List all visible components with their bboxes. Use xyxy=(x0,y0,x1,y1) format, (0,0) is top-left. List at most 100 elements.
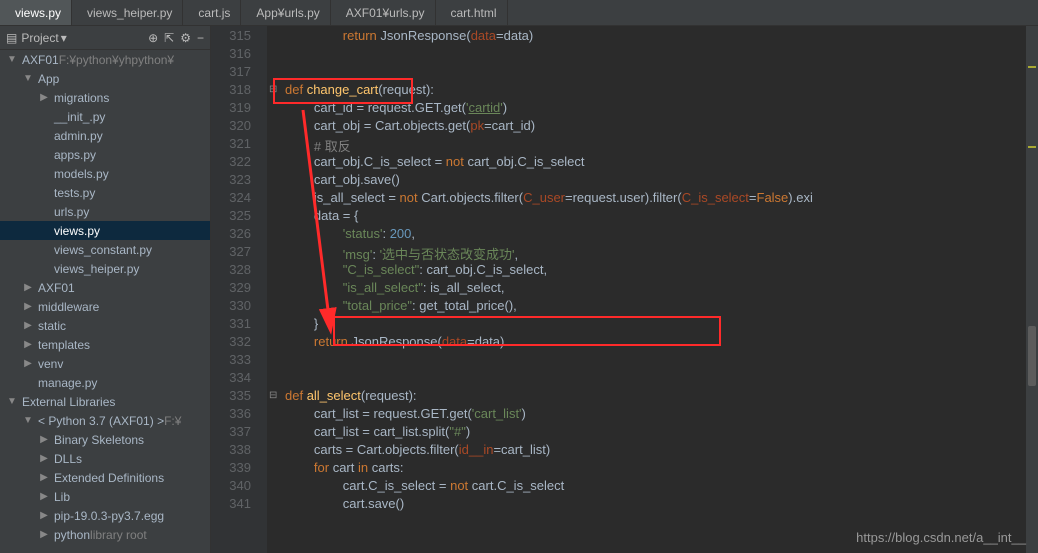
code-line[interactable]: 'msg': '选中与否状态改变成功', xyxy=(285,244,518,263)
tree-label: views_heiper.py xyxy=(54,262,139,276)
tab-cart-js[interactable]: JScart.js xyxy=(183,0,241,25)
tree-item-App[interactable]: ▼App xyxy=(0,69,210,88)
code-line[interactable]: return JsonResponse(data=data) xyxy=(285,28,533,43)
tab-label: App¥urls.py xyxy=(256,6,319,20)
tree-item-models-py[interactable]: PYmodels.py xyxy=(0,164,210,183)
chevron-down-icon[interactable]: ▾ xyxy=(61,31,67,45)
project-label: Project xyxy=(21,31,58,45)
tree-label: python xyxy=(54,528,90,542)
tree-twistie[interactable]: ▼ xyxy=(22,415,34,426)
project-panel: ▤ Project ▾ ⊕ ⇱ ⚙ − ▼AXF01 F:¥python¥yhp… xyxy=(0,26,211,553)
tree-twistie[interactable]: ▶ xyxy=(22,339,34,350)
scroll-thumb[interactable] xyxy=(1028,326,1036,386)
line-number: 340 xyxy=(211,478,251,493)
tree-item-apps-py[interactable]: PYapps.py xyxy=(0,145,210,164)
code-line[interactable]: cart.C_is_select = not cart.C_is_select xyxy=(285,478,564,493)
tree-twistie[interactable]: ▶ xyxy=(38,92,50,103)
tree-item-Extended-Definitions[interactable]: ▶Extended Definitions xyxy=(0,468,210,487)
line-number: 329 xyxy=(211,280,251,295)
tree-item---Python-3-7--AXF01---[interactable]: ▼< Python 3.7 (AXF01) > F:¥ xyxy=(0,411,210,430)
tree-item-tests-py[interactable]: PYtests.py xyxy=(0,183,210,202)
tree-item-views_heiper-py[interactable]: PYviews_heiper.py xyxy=(0,259,210,278)
code-line[interactable]: def all_select(request): xyxy=(285,388,417,403)
tree-item-AXF01[interactable]: ▼AXF01 F:¥python¥yhpython¥ xyxy=(0,50,210,69)
tree-twistie[interactable]: ▶ xyxy=(22,320,34,331)
tree-item-static[interactable]: ▶ static xyxy=(0,316,210,335)
line-number: 341 xyxy=(211,496,251,511)
tree-item-venv[interactable]: ▶venv xyxy=(0,354,210,373)
tree-item-templates[interactable]: ▶templates xyxy=(0,335,210,354)
tree-item-manage-py[interactable]: PYmanage.py xyxy=(0,373,210,392)
tab-AXF01-urls-py[interactable]: PYAXF01¥urls.py xyxy=(331,0,436,25)
tree-twistie[interactable]: ▼ xyxy=(6,396,18,407)
code-line[interactable]: cart.save() xyxy=(285,496,404,511)
tree-twistie[interactable]: ▶ xyxy=(38,472,50,483)
tree-label: views_constant.py xyxy=(54,243,152,257)
tree-item-migrations[interactable]: ▶migrations xyxy=(0,88,210,107)
tree-item-urls-py[interactable]: PYurls.py xyxy=(0,202,210,221)
line-number: 338 xyxy=(211,442,251,457)
tree-twistie[interactable]: ▼ xyxy=(6,54,18,65)
tree-item-__init_-py[interactable]: PY__init_.py xyxy=(0,107,210,126)
tree-item-External-Libraries[interactable]: ▼External Libraries xyxy=(0,392,210,411)
code-line[interactable]: } xyxy=(285,316,318,331)
target-icon[interactable]: ⊕ xyxy=(148,31,158,45)
tree-item-DLLs[interactable]: ▶DLLs xyxy=(0,449,210,468)
line-number: 324 xyxy=(211,190,251,205)
code-line[interactable]: cart_list = request.GET.get('cart_list') xyxy=(285,406,526,421)
tree-label: static xyxy=(38,319,66,333)
fold-icon[interactable]: ⊟ xyxy=(269,390,281,402)
line-number: 316 xyxy=(211,46,251,61)
tree-item-python[interactable]: ▶python library root xyxy=(0,525,210,544)
tree-twistie[interactable]: ▶ xyxy=(38,434,50,445)
tab-cart-html[interactable]: Hcart.html xyxy=(436,0,508,25)
tree-item-admin-py[interactable]: PYadmin.py xyxy=(0,126,210,145)
tree-twistie[interactable]: ▶ xyxy=(38,453,50,464)
tab-views_heiper-py[interactable]: PYviews_heiper.py xyxy=(72,0,183,25)
fold-gutter: ⊟⊟ xyxy=(267,26,285,553)
tree-twistie[interactable]: ▶ xyxy=(22,282,34,293)
tree-twistie[interactable]: ▶ xyxy=(38,510,50,521)
project-header[interactable]: ▤ Project ▾ ⊕ ⇱ ⚙ − xyxy=(0,26,210,50)
tab-label: views_heiper.py xyxy=(87,6,172,20)
tree-twistie[interactable]: ▶ xyxy=(38,491,50,502)
tree-item-AXF01[interactable]: ▶AXF01 xyxy=(0,278,210,297)
code-line[interactable]: "is_all_select": is_all_select, xyxy=(285,280,505,295)
code-line[interactable]: carts = Cart.objects.filter(id__in=cart_… xyxy=(285,442,550,457)
code-line[interactable]: data = { xyxy=(285,208,358,223)
line-number: 331 xyxy=(211,316,251,331)
tree-item-pip-19-0-3-py3-7-egg[interactable]: ▶pip-19.0.3-py3.7.egg xyxy=(0,506,210,525)
code-line[interactable]: is_all_select = not Cart.objects.filter(… xyxy=(285,190,813,205)
code-line[interactable]: "C_is_select": cart_obj.C_is_select, xyxy=(285,262,547,277)
collapse-icon[interactable]: ⇱ xyxy=(164,31,174,45)
tab-App-urls-py[interactable]: PYApp¥urls.py xyxy=(241,0,330,25)
tab-views-py[interactable]: PYviews.py xyxy=(0,0,72,25)
line-number: 339 xyxy=(211,460,251,475)
tree-item-Lib[interactable]: ▶Lib xyxy=(0,487,210,506)
tree-item-views_constant-py[interactable]: PYviews_constant.py xyxy=(0,240,210,259)
hide-icon[interactable]: − xyxy=(197,31,204,45)
project-tree[interactable]: ▼AXF01 F:¥python¥yhpython¥▼App▶migration… xyxy=(0,50,210,553)
scrollbar[interactable] xyxy=(1026,26,1038,553)
code-line[interactable]: cart_list = cart_list.split("#") xyxy=(285,424,470,439)
gear-icon[interactable]: ⚙ xyxy=(180,31,191,45)
code-line[interactable]: cart_obj = Cart.objects.get(pk=cart_id) xyxy=(285,118,535,133)
tree-twistie[interactable]: ▼ xyxy=(22,73,34,84)
tree-label: Binary Skeletons xyxy=(54,433,144,447)
line-number: 319 xyxy=(211,100,251,115)
code-line[interactable]: cart_obj.save() xyxy=(285,172,400,187)
code-line[interactable]: for cart in carts: xyxy=(285,460,404,475)
tree-item-Binary-Skeletons[interactable]: ▶ Binary Skeletons xyxy=(0,430,210,449)
tree-twistie[interactable]: ▶ xyxy=(22,301,34,312)
code-line[interactable]: 'status': 200, xyxy=(285,226,415,241)
code-line[interactable]: "total_price": get_total_price(), xyxy=(285,298,517,313)
tree-twistie[interactable]: ▶ xyxy=(22,358,34,369)
code-line[interactable]: # 取反 xyxy=(285,136,351,155)
tree-label: tests.py xyxy=(54,186,95,200)
tree-item-middleware[interactable]: ▶middleware xyxy=(0,297,210,316)
code-editor[interactable]: 3153163173183193203213223233243253263273… xyxy=(211,26,1038,553)
code-line[interactable]: cart_obj.C_is_select = not cart_obj.C_is… xyxy=(285,154,585,169)
tree-item-views-py[interactable]: PYviews.py xyxy=(0,221,210,240)
line-number: 315 xyxy=(211,28,251,43)
tree-twistie[interactable]: ▶ xyxy=(38,529,50,540)
